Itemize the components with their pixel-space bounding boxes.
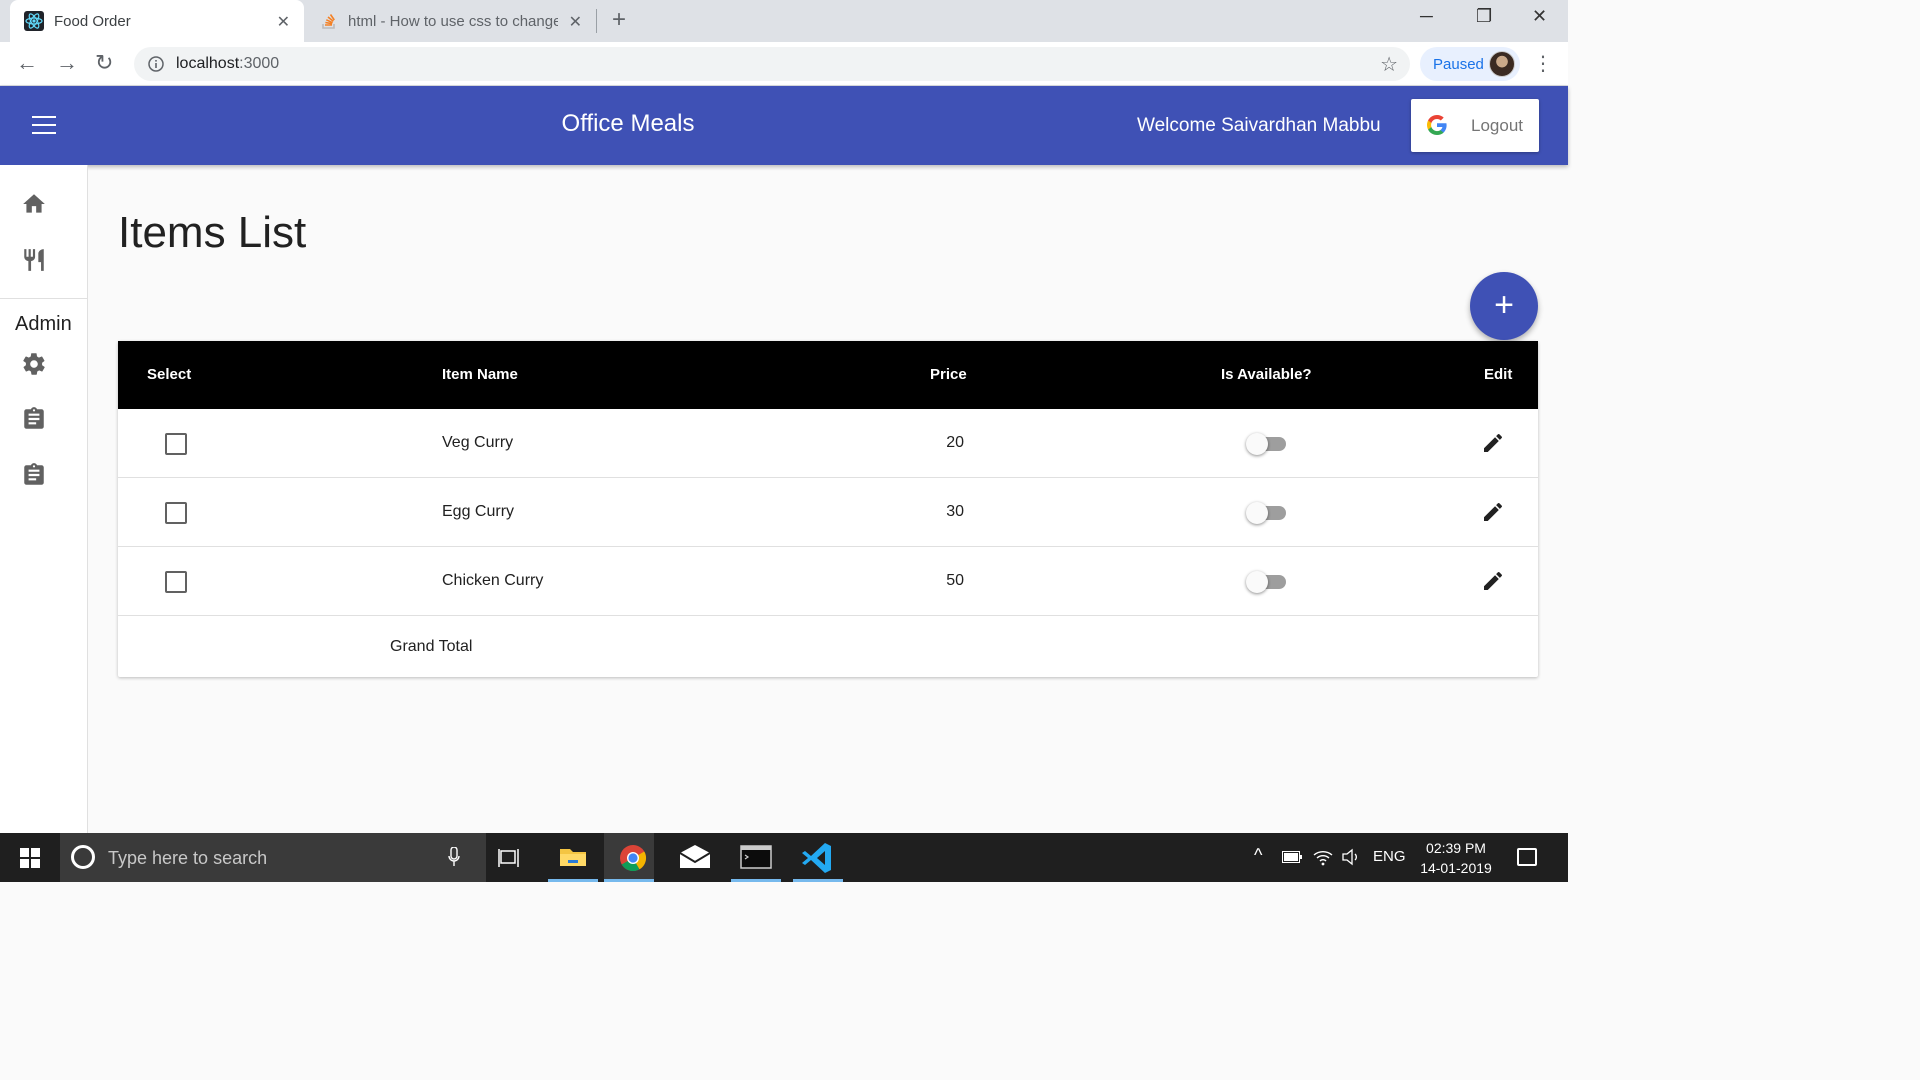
sidebar-divider bbox=[0, 298, 88, 299]
header-is-available: Is Available? bbox=[1221, 366, 1312, 383]
notifications-icon[interactable] bbox=[1517, 848, 1537, 866]
clock-date: 14-01-2019 bbox=[1420, 860, 1492, 876]
page-title: Items List bbox=[118, 208, 307, 257]
header-item-name: Item Name bbox=[442, 366, 518, 383]
restore-icon[interactable]: ❐ bbox=[1476, 6, 1492, 27]
edit-icon[interactable] bbox=[1481, 431, 1505, 455]
close-window-icon[interactable]: ✕ bbox=[1532, 6, 1547, 27]
grand-total-label: Grand Total bbox=[390, 638, 473, 655]
address-bar[interactable]: localhost:3000 ☆ bbox=[134, 47, 1410, 81]
item-price: 30 bbox=[946, 503, 964, 520]
tab-stackoverflow[interactable]: html - How to use css to change ✕ bbox=[306, 0, 596, 42]
microphone-icon[interactable] bbox=[448, 847, 460, 867]
task-view-icon[interactable] bbox=[498, 847, 520, 869]
items-table: Select Item Name Price Is Available? Edi… bbox=[118, 341, 1538, 677]
home-icon[interactable] bbox=[21, 191, 47, 217]
logout-label: Logout bbox=[1471, 116, 1523, 135]
terminal-icon[interactable] bbox=[731, 833, 781, 882]
table-header: Select Item Name Price Is Available? Edi… bbox=[118, 341, 1538, 409]
availability-toggle[interactable] bbox=[1246, 433, 1286, 455]
restaurant-icon[interactable] bbox=[21, 247, 47, 273]
select-checkbox[interactable] bbox=[165, 571, 187, 593]
select-checkbox[interactable] bbox=[165, 502, 187, 524]
edit-icon[interactable] bbox=[1481, 500, 1505, 524]
info-icon bbox=[148, 56, 164, 72]
item-price: 50 bbox=[946, 572, 964, 589]
logout-button[interactable]: Logout bbox=[1411, 99, 1539, 152]
minimize-icon[interactable]: ─ bbox=[1420, 6, 1433, 27]
new-tab-icon[interactable]: + bbox=[612, 8, 626, 32]
file-explorer-icon[interactable] bbox=[548, 833, 598, 882]
react-icon bbox=[24, 11, 44, 31]
header-select: Select bbox=[147, 366, 192, 383]
search-placeholder: Type here to search bbox=[108, 848, 268, 868]
chevron-up-icon[interactable]: ^ bbox=[1254, 845, 1262, 866]
availability-toggle[interactable] bbox=[1246, 502, 1286, 524]
item-name: Chicken Curry bbox=[442, 572, 544, 589]
close-tab-icon[interactable]: ✕ bbox=[569, 12, 582, 32]
select-checkbox[interactable] bbox=[165, 433, 187, 455]
add-item-button[interactable]: + bbox=[1470, 272, 1538, 340]
menu-icon[interactable] bbox=[32, 116, 56, 134]
back-icon[interactable]: ← bbox=[16, 50, 38, 76]
google-icon bbox=[1427, 115, 1447, 135]
header-edit: Edit bbox=[1484, 366, 1513, 383]
language-indicator[interactable]: ENG bbox=[1373, 848, 1406, 865]
settings-icon[interactable] bbox=[21, 351, 47, 377]
forward-icon[interactable]: → bbox=[56, 50, 78, 76]
app-bar: Office Meals Welcome Saivardhan Mabbu Lo… bbox=[0, 86, 1568, 165]
table-row: Veg Curry 20 bbox=[118, 409, 1538, 478]
chrome-icon[interactable] bbox=[604, 833, 654, 882]
header-price: Price bbox=[930, 366, 967, 383]
item-name: Veg Curry bbox=[442, 434, 514, 451]
availability-toggle[interactable] bbox=[1246, 571, 1286, 593]
browser-toolbar: ← → ↻ localhost:3000 ☆ Paused ⋮ bbox=[0, 42, 1568, 86]
profile-button[interactable]: Paused bbox=[1420, 47, 1520, 81]
item-name: Egg Curry bbox=[442, 503, 515, 520]
vscode-icon[interactable] bbox=[793, 833, 843, 882]
mail-icon[interactable] bbox=[670, 833, 720, 882]
wifi-icon[interactable] bbox=[1313, 848, 1333, 866]
clock-time: 02:39 PM bbox=[1426, 840, 1486, 856]
assignment-icon[interactable] bbox=[21, 406, 47, 432]
bookmark-star-icon[interactable]: ☆ bbox=[1380, 52, 1398, 77]
admin-section-label: Admin bbox=[15, 313, 72, 335]
menu-dots-icon[interactable]: ⋮ bbox=[1533, 51, 1553, 76]
volume-icon[interactable] bbox=[1341, 848, 1361, 866]
taskbar-search[interactable]: Type here to search bbox=[60, 833, 486, 882]
taskbar: Type here to search ^ ENG 02:39 PM 14-01… bbox=[0, 833, 1568, 882]
tab-separator bbox=[596, 9, 597, 33]
table-row: Egg Curry 30 bbox=[118, 478, 1538, 547]
avatar bbox=[1489, 51, 1515, 77]
windows-start-icon[interactable] bbox=[20, 848, 40, 868]
sidebar: Admin bbox=[0, 165, 88, 833]
edit-icon[interactable] bbox=[1481, 569, 1505, 593]
tab-food-order[interactable]: Food Order ✕ bbox=[10, 0, 304, 42]
cortana-icon bbox=[71, 845, 95, 869]
table-row: Chicken Curry 50 bbox=[118, 547, 1538, 616]
system-clock[interactable]: 02:39 PM 14-01-2019 bbox=[1418, 838, 1494, 878]
assignment-icon[interactable] bbox=[21, 462, 47, 488]
tab-title: Food Order bbox=[54, 12, 131, 30]
profile-status: Paused bbox=[1433, 55, 1484, 73]
stackoverflow-icon bbox=[322, 14, 335, 29]
tab-title: html - How to use css to change bbox=[348, 12, 558, 30]
reload-icon[interactable]: ↻ bbox=[95, 50, 113, 76]
app-title: Office Meals bbox=[561, 110, 695, 137]
battery-icon[interactable] bbox=[1282, 851, 1302, 863]
browser-tab-bar: Food Order ✕ html - How to use css to ch… bbox=[0, 0, 1568, 42]
close-tab-icon[interactable]: ✕ bbox=[277, 12, 290, 32]
welcome-text: Welcome Saivardhan Mabbu bbox=[1137, 115, 1381, 136]
url-text: localhost:3000 bbox=[176, 55, 280, 72]
item-price: 20 bbox=[946, 434, 964, 451]
